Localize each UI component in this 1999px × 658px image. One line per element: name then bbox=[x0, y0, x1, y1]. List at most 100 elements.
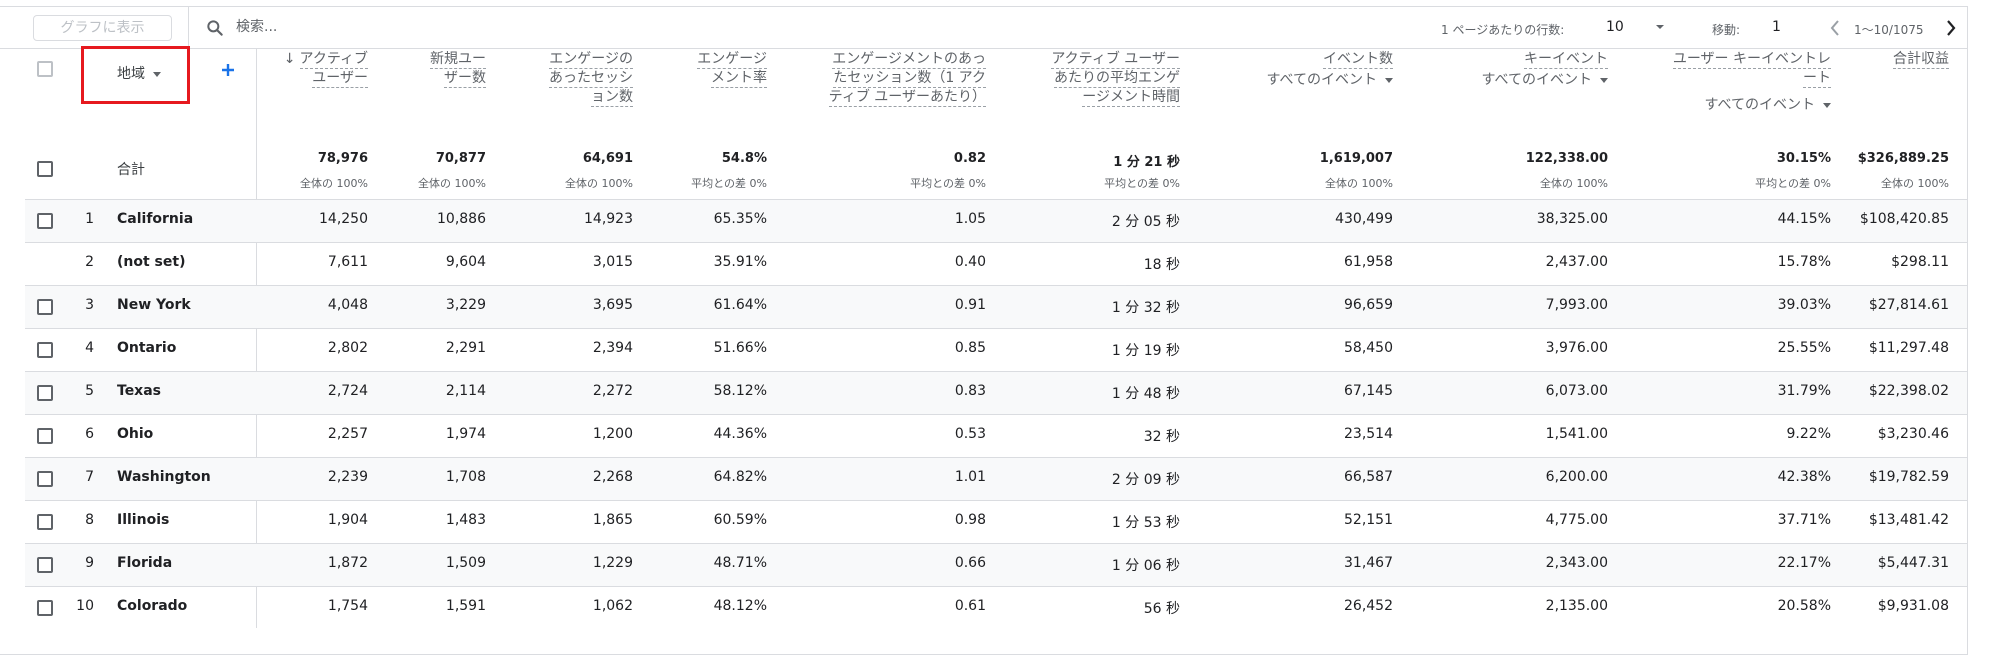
metric-cell: 52,151 bbox=[1344, 512, 1393, 528]
total-value: 1 分 21 秒 bbox=[1113, 155, 1180, 170]
column-header-8[interactable]: キーイベント すべてのイベント bbox=[1428, 50, 1608, 140]
event-filter-label[interactable]: すべてのイベント bbox=[1267, 72, 1377, 88]
metric-cell: 0.85 bbox=[954, 340, 986, 356]
search-icon[interactable] bbox=[205, 18, 225, 38]
metric-cell: 0.91 bbox=[954, 297, 986, 313]
column-header-title: ート bbox=[1803, 70, 1831, 88]
caret-down-icon[interactable] bbox=[1823, 102, 1831, 108]
total-comparison: 全体の 100% bbox=[1325, 177, 1393, 190]
caret-down-icon[interactable] bbox=[1385, 77, 1393, 83]
dimension-label: 地域 bbox=[117, 66, 145, 82]
metric-cell: 1,541.00 bbox=[1545, 426, 1608, 442]
column-header-title: メント率 bbox=[711, 70, 767, 88]
metric-cell: 9.22% bbox=[1786, 426, 1831, 442]
metric-cell: 66,587 bbox=[1344, 469, 1393, 485]
metric-cell: 1 分 53 秒 bbox=[1111, 515, 1180, 531]
metric-cell: 10,886 bbox=[437, 211, 486, 227]
row-checkbox[interactable] bbox=[37, 213, 53, 229]
row-checkbox[interactable] bbox=[37, 342, 53, 358]
region-name: Washington bbox=[117, 469, 211, 485]
region-name: Florida bbox=[117, 555, 173, 571]
pagination-range: 1〜10/1075 bbox=[1854, 23, 1924, 37]
goto-page-label: 移動: bbox=[1712, 23, 1741, 37]
column-header-9[interactable]: ユーザー キーイベントレ ート すべてのイベント bbox=[1631, 50, 1831, 140]
column-header-7[interactable]: イベント数 すべてのイベント bbox=[1213, 50, 1393, 140]
row-rank: 4 bbox=[85, 340, 94, 356]
chevron-left-icon[interactable] bbox=[1826, 18, 1844, 38]
metric-cell: 20.58% bbox=[1777, 598, 1831, 614]
header-select-all-checkbox[interactable] bbox=[37, 61, 53, 77]
chevron-right-icon[interactable] bbox=[1942, 18, 1960, 38]
metric-cell: 56 秒 bbox=[1143, 601, 1180, 617]
rows-per-page-select[interactable]: 10 bbox=[1606, 19, 1624, 35]
event-filter-label[interactable]: すべてのイベント bbox=[1482, 72, 1592, 88]
metric-cell: 1,872 bbox=[327, 555, 368, 571]
metric-cell: 51.66% bbox=[713, 340, 767, 356]
row-checkbox[interactable] bbox=[37, 299, 53, 315]
column-header-10[interactable]: 合計収益 bbox=[1839, 50, 1949, 140]
metric-cell: $108,420.85 bbox=[1859, 211, 1949, 227]
metric-cell: 25.55% bbox=[1777, 340, 1831, 356]
total-value: $326,889.25 bbox=[1857, 151, 1949, 166]
column-header-2[interactable]: 新規ユー ザー数 bbox=[376, 50, 486, 140]
metric-cell: 48.12% bbox=[713, 598, 767, 614]
metric-cell: 44.15% bbox=[1777, 211, 1831, 227]
show-in-chart-button[interactable]: グラフに表示 bbox=[33, 15, 172, 41]
metric-cell: 1 分 32 秒 bbox=[1111, 300, 1180, 316]
metric-cell: 2,135.00 bbox=[1545, 598, 1608, 614]
region-name: Colorado bbox=[117, 598, 188, 614]
column-header-5[interactable]: エンゲージメントのあっ たセッション数（1 アク ティブ ユーザーあたり） bbox=[786, 50, 986, 140]
column-header-title: ティブ ユーザーあたり） bbox=[828, 89, 986, 107]
row-rank: 3 bbox=[85, 297, 94, 313]
total-comparison: 全体の 100% bbox=[1881, 177, 1949, 190]
metric-cell: 37.71% bbox=[1777, 512, 1831, 528]
row-checkbox[interactable] bbox=[37, 557, 53, 573]
metric-cell: 3,015 bbox=[592, 254, 633, 270]
row-checkbox[interactable] bbox=[37, 385, 53, 401]
row-checkbox[interactable] bbox=[37, 471, 53, 487]
totals-checkbox[interactable] bbox=[37, 161, 53, 177]
metric-cell: 42.38% bbox=[1777, 469, 1831, 485]
dimension-selector[interactable]: 地域 bbox=[117, 63, 161, 83]
search-input[interactable] bbox=[236, 16, 536, 38]
metric-cell: 38,325.00 bbox=[1536, 211, 1608, 227]
column-header-title: ョン数 bbox=[591, 89, 633, 107]
column-header-title: ザー数 bbox=[444, 70, 486, 88]
total-value: 64,691 bbox=[582, 151, 633, 166]
row-checkbox[interactable] bbox=[37, 514, 53, 530]
metric-cell: 2,724 bbox=[327, 383, 368, 399]
row-checkbox[interactable] bbox=[37, 428, 53, 444]
column-header-4[interactable]: エンゲージ メント率 bbox=[647, 50, 767, 140]
total-comparison: 平均との差 0% bbox=[1755, 177, 1831, 190]
column-header-6[interactable]: アクティブ ユーザー あたりの平均エンゲ ージメント時間 bbox=[1010, 50, 1180, 140]
metric-cell: 2 分 09 秒 bbox=[1111, 472, 1180, 488]
total-value: 70,877 bbox=[435, 151, 486, 166]
metric-cell: 58.12% bbox=[713, 383, 767, 399]
metric-cell: 1,754 bbox=[327, 598, 368, 614]
row-rank: 8 bbox=[85, 512, 94, 528]
metric-cell: 18 秒 bbox=[1143, 257, 1180, 273]
row-rank: 7 bbox=[85, 469, 94, 485]
sort-arrow-icon: ↓ bbox=[283, 51, 296, 67]
column-header-3[interactable]: エンゲージの あったセッシ ョン数 bbox=[503, 50, 633, 140]
metric-cell: 14,250 bbox=[319, 211, 368, 227]
column-header-title: ージメント時間 bbox=[1082, 89, 1180, 107]
caret-down-icon[interactable] bbox=[1600, 77, 1608, 83]
metric-cell: 3,695 bbox=[592, 297, 633, 313]
chevron-down-icon[interactable] bbox=[1653, 20, 1667, 34]
metric-cell: 7,993.00 bbox=[1545, 297, 1608, 313]
metric-cell: 65.35% bbox=[713, 211, 767, 227]
metric-cell: 22.17% bbox=[1777, 555, 1831, 571]
region-name: Ontario bbox=[117, 340, 177, 356]
goto-page-input[interactable] bbox=[1772, 16, 1816, 38]
metric-cell: 0.66 bbox=[954, 555, 986, 571]
event-filter-label[interactable]: すべてのイベント bbox=[1705, 97, 1815, 113]
metric-cell: $9,931.08 bbox=[1877, 598, 1949, 614]
metric-cell: 58,450 bbox=[1344, 340, 1393, 356]
row-checkbox[interactable] bbox=[37, 600, 53, 616]
column-header-1[interactable]: ↓ アクティブ ユーザー bbox=[228, 50, 368, 140]
total-value: 78,976 bbox=[317, 151, 368, 166]
column-header-title: アクティブ ユーザー bbox=[1051, 51, 1180, 69]
total-comparison: 平均との差 0% bbox=[1104, 177, 1180, 190]
region-name: Texas bbox=[117, 383, 161, 399]
